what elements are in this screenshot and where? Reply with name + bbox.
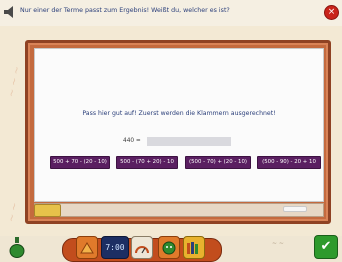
gauge-tool[interactable] <box>131 236 153 259</box>
signature-decoration: ~ ~ <box>272 240 284 247</box>
decorative-handwriting-left-lower: ~ ~ <box>6 201 21 224</box>
character-tool[interactable] <box>158 236 180 259</box>
sponge-icon[interactable] <box>34 204 61 217</box>
chalk-icon <box>283 206 307 212</box>
whiteboard-frame: Pass hier gut auf! Zuerst werden die Kla… <box>25 40 331 224</box>
option-button-2[interactable]: 500 - (70 + 20) - 10 <box>116 156 178 169</box>
ok-button[interactable]: ✔ <box>314 235 338 259</box>
character-icon <box>162 241 176 254</box>
close-button[interactable]: × <box>324 5 339 20</box>
option-button-4[interactable]: (500 - 90) - 20 + 10 <box>257 156 321 169</box>
answer-field[interactable] <box>147 137 231 146</box>
decorative-handwriting-left: ~ ~ ~ <box>6 65 24 99</box>
potion-flask-icon[interactable] <box>8 236 26 258</box>
clock-display: 7:00 <box>105 243 125 252</box>
speaker-icon[interactable] <box>3 6 17 18</box>
gauge-icon <box>135 245 149 253</box>
pyramid-icon <box>80 241 94 253</box>
shape-tool[interactable] <box>76 236 98 259</box>
books-icon <box>187 241 198 254</box>
instruction-text: Nur einer der Terme passt zum Ergebnis! … <box>20 7 230 14</box>
option-button-3[interactable]: (500 - 70) + (20 - 10) <box>185 156 251 169</box>
hint-text: Pass hier gut auf! Zuerst werden die Kla… <box>82 110 276 117</box>
answer-row: 440 = <box>35 137 323 147</box>
whiteboard: Pass hier gut auf! Zuerst werden die Kla… <box>34 48 324 202</box>
instruction-bar: Nur einer der Terme passt zum Ergebnis! … <box>0 0 342 27</box>
books-tool[interactable] <box>183 236 205 259</box>
clock-button[interactable]: 7:00 <box>101 236 129 259</box>
answer-label: 440 = <box>123 138 141 144</box>
option-button-1[interactable]: 500 + 70 - (20 - 10) <box>50 156 110 169</box>
chalk-tray <box>34 203 324 217</box>
